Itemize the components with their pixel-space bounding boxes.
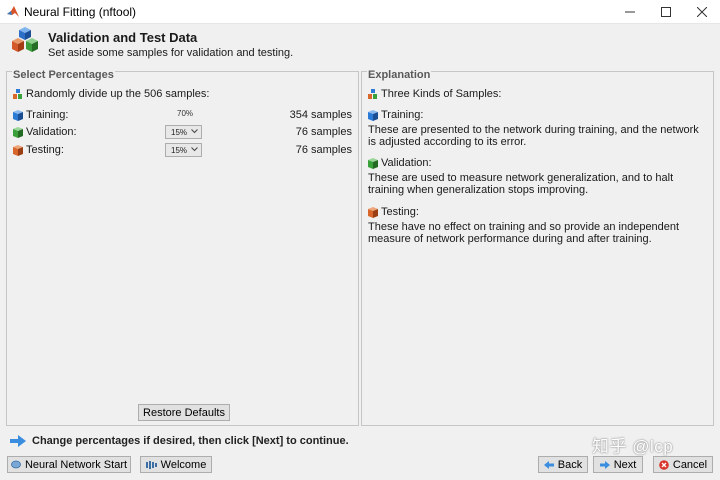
blue-cube-icon bbox=[13, 109, 23, 121]
testing-row: Testing: bbox=[13, 144, 64, 156]
training-percent: 70% bbox=[177, 109, 194, 118]
welcome-icon bbox=[145, 460, 157, 469]
validation-percent-value: 15% bbox=[171, 128, 188, 137]
restore-defaults-button[interactable]: Restore Defaults bbox=[138, 404, 230, 421]
footer-instruction: Change percentages if desired, then clic… bbox=[10, 435, 349, 447]
testing-samples: 76 samples bbox=[295, 144, 352, 156]
validation-percent-select[interactable]: 15% bbox=[165, 125, 202, 139]
close-window-button[interactable] bbox=[684, 0, 720, 24]
back-label: Back bbox=[557, 458, 583, 471]
chevron-down-icon bbox=[191, 129, 198, 134]
testing-explanation-heading: Testing: bbox=[368, 206, 419, 218]
cancel-icon bbox=[659, 459, 669, 470]
training-explanation-title: Training: bbox=[381, 109, 424, 121]
orange-cube-icon bbox=[368, 206, 378, 218]
minimize-button[interactable] bbox=[612, 0, 648, 24]
cancel-label: Cancel bbox=[672, 458, 708, 471]
testing-percent-select[interactable]: 15% bbox=[165, 143, 202, 157]
page-header: Validation and Test Data Set aside some … bbox=[0, 25, 720, 69]
select-percentages-panel: Select Percentages Randomly divide up th… bbox=[6, 69, 359, 426]
restore-defaults-label: Restore Defaults bbox=[143, 406, 225, 419]
arrow-left-icon bbox=[543, 460, 554, 469]
explanation-intro: Three Kinds of Samples: bbox=[368, 88, 501, 100]
testing-percent-value: 15% bbox=[171, 146, 188, 155]
watermark: 知乎 @lcp bbox=[592, 437, 674, 456]
multi-cube-icon bbox=[13, 88, 22, 99]
multi-cube-icon bbox=[368, 88, 377, 99]
orange-cube-icon bbox=[13, 144, 23, 156]
footer-instruction-text: Change percentages if desired, then clic… bbox=[32, 435, 349, 447]
validation-explanation-text: These are used to measure network genera… bbox=[368, 172, 674, 196]
blue-cube-icon bbox=[368, 109, 378, 121]
arrow-right-icon bbox=[10, 435, 26, 447]
page-subtitle: Set aside some samples for validation an… bbox=[48, 47, 294, 59]
window-title: Neural Fitting (nftool) bbox=[24, 5, 137, 19]
samples-intro: Randomly divide up the 506 samples: bbox=[13, 88, 209, 100]
network-icon bbox=[11, 460, 21, 469]
window-titlebar: Neural Fitting (nftool) bbox=[0, 0, 720, 24]
testing-label: Testing: bbox=[26, 144, 64, 156]
intro-text: Randomly divide up the 506 samples: bbox=[26, 88, 210, 100]
close-icon bbox=[697, 7, 707, 17]
arrow-right-icon bbox=[599, 460, 610, 469]
training-explanation-text: These are presented to the network durin… bbox=[368, 124, 699, 148]
chevron-down-icon bbox=[191, 147, 198, 152]
validation-explanation-heading: Validation: bbox=[368, 157, 432, 169]
maximize-icon bbox=[661, 7, 671, 17]
maximize-button[interactable] bbox=[648, 0, 684, 24]
minimize-icon bbox=[625, 11, 635, 13]
page-title: Validation and Test Data bbox=[48, 30, 198, 45]
testing-explanation-title: Testing: bbox=[381, 206, 419, 218]
green-cube-icon bbox=[13, 126, 23, 138]
cancel-button[interactable]: Cancel bbox=[653, 456, 713, 473]
validation-label: Validation: bbox=[26, 126, 77, 138]
explanation-panel: Explanation Three Kinds of Samples: Trai… bbox=[361, 69, 714, 426]
next-button[interactable]: Next bbox=[593, 456, 643, 473]
training-explanation-heading: Training: bbox=[368, 109, 423, 121]
data-cubes-icon bbox=[12, 27, 38, 52]
next-label: Next bbox=[613, 458, 637, 471]
neural-network-start-label: Neural Network Start bbox=[24, 458, 128, 471]
neural-network-start-button[interactable]: Neural Network Start bbox=[7, 456, 131, 473]
back-button[interactable]: Back bbox=[538, 456, 588, 473]
testing-explanation-text: These have no effect on training and so … bbox=[368, 221, 680, 245]
welcome-label: Welcome bbox=[160, 458, 207, 471]
matlab-logo-icon bbox=[7, 6, 19, 17]
validation-explanation-title: Validation: bbox=[381, 157, 432, 169]
validation-row: Validation: bbox=[13, 126, 77, 138]
training-label: Training: bbox=[26, 109, 69, 121]
validation-samples: 76 samples bbox=[295, 126, 352, 138]
panel-legend: Explanation bbox=[367, 69, 432, 81]
welcome-button[interactable]: Welcome bbox=[140, 456, 212, 473]
green-cube-icon bbox=[368, 157, 378, 169]
panel-legend: Select Percentages bbox=[12, 69, 115, 81]
explanation-intro-text: Three Kinds of Samples: bbox=[381, 88, 502, 100]
training-samples: 354 samples bbox=[289, 109, 352, 121]
training-row: Training: bbox=[13, 109, 68, 121]
